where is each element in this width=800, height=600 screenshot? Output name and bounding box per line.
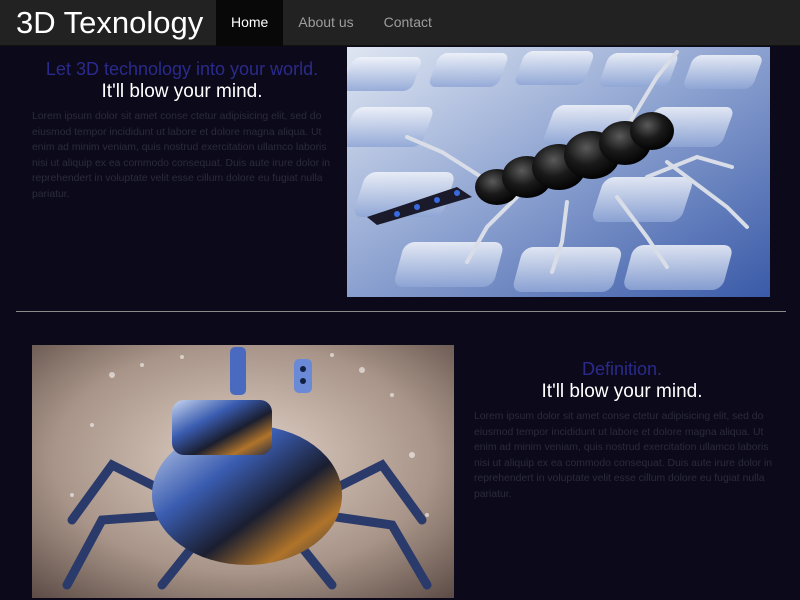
robot-insect-image (347, 47, 770, 297)
section2-heading: Definition. (581, 359, 663, 379)
robot-crab-image (32, 345, 454, 598)
nav-menu: Home About us Contact (216, 0, 447, 46)
nav-home[interactable]: Home (216, 0, 284, 46)
nav-contact[interactable]: Contact (369, 0, 447, 46)
section2-subheading: It'll blow your mind. (541, 381, 703, 402)
brand-logo[interactable]: 3D Texnology (16, 4, 203, 42)
section-divider (16, 311, 786, 312)
navbar: 3D Texnology Home About us Contact (0, 0, 800, 46)
section1-body: Lorem ipsum dolor sit amet conse ctetur … (32, 111, 331, 200)
nav-about-us[interactable]: About us (283, 0, 368, 46)
section1-subheading: It'll blow your mind. (101, 81, 263, 102)
section2-body: Lorem ipsum dolor sit amet conse ctetur … (474, 411, 773, 500)
section1-heading: Let 3D technology into your world. (45, 59, 319, 79)
